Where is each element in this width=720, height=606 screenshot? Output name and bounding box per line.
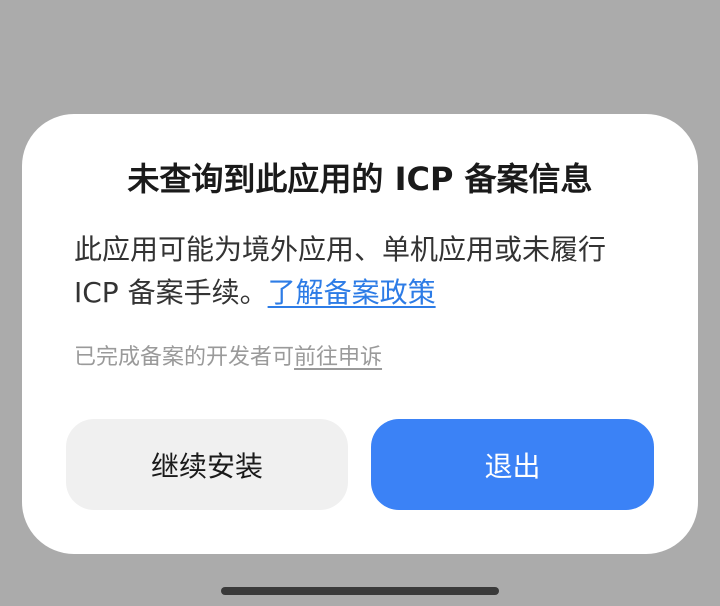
exit-button[interactable]: 退出 <box>371 419 654 510</box>
appeal-prefix: 已完成备案的开发者可 <box>74 345 295 370</box>
appeal-line: 已完成备案的开发者可前往申诉 <box>74 340 654 376</box>
continue-install-button[interactable]: 继续安装 <box>66 419 348 510</box>
policy-link[interactable]: 了解备案政策 <box>268 276 436 309</box>
icp-warning-dialog: 未查询到此应用的 ICP 备案信息 此应用可能为境外应用、单机应用或未履行 IC… <box>22 114 698 554</box>
dialog-message: 此应用可能为境外应用、单机应用或未履行 ICP 备案手续。了解备案政策 <box>74 228 654 314</box>
dialog-title: 未查询到此应用的 ICP 备案信息 <box>127 160 593 198</box>
appeal-link[interactable]: 前往申诉 <box>294 345 382 370</box>
home-indicator[interactable] <box>221 587 499 595</box>
